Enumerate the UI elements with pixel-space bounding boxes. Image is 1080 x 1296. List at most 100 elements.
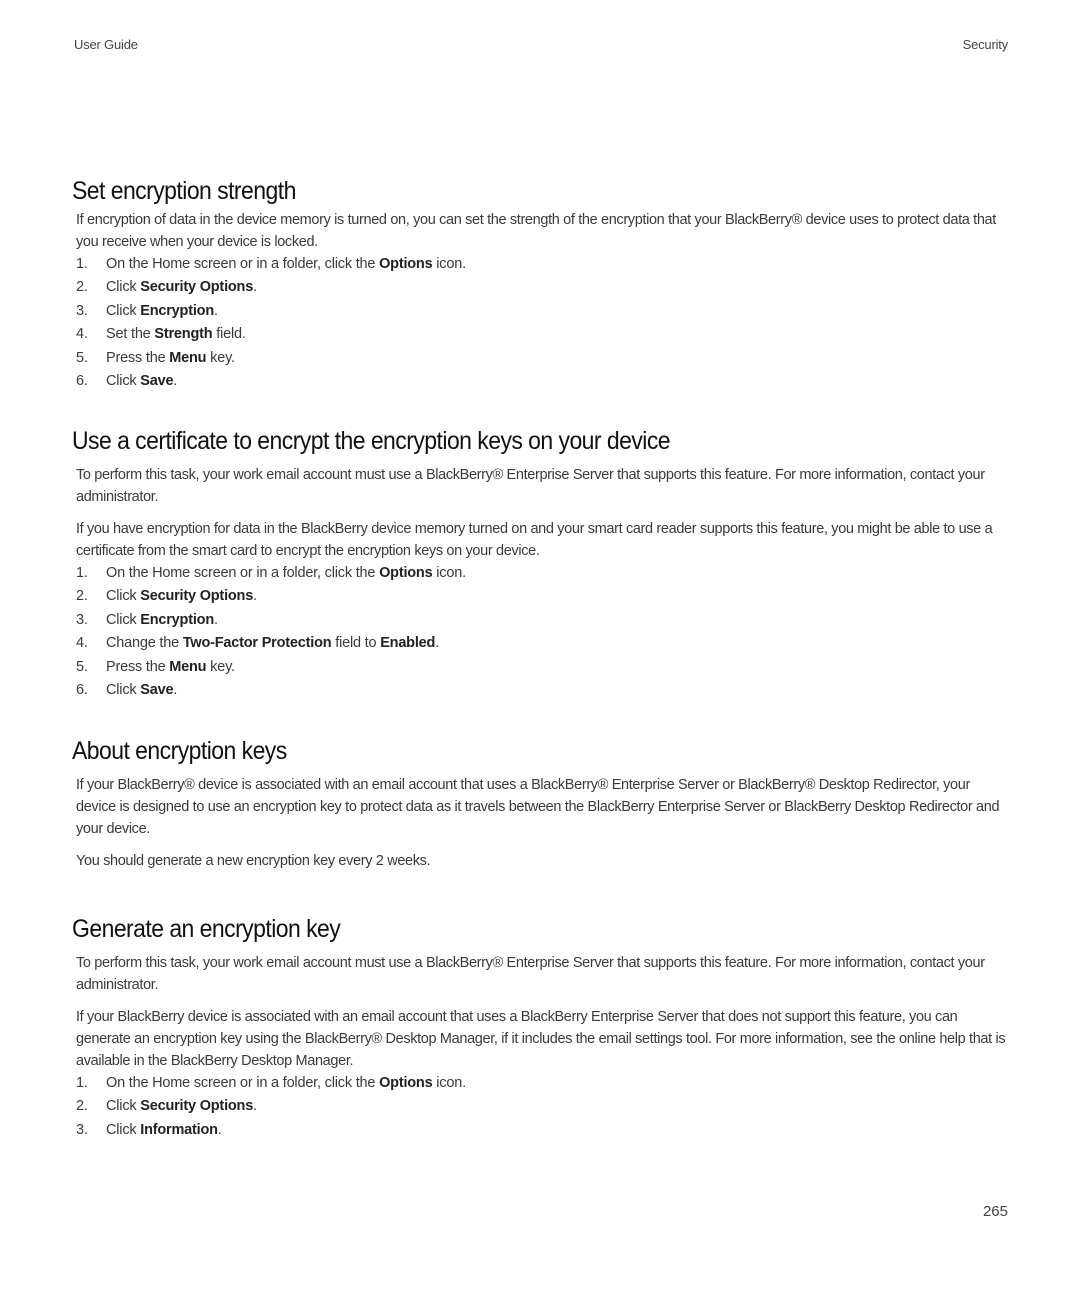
step-text-fragment: On the Home screen or in a folder, click…	[106, 565, 380, 581]
steps-list: 1. On the Home screen or in a folder, cli…	[72, 1072, 1012, 1142]
step-text-fragment: On the Home screen or in a folder, click…	[106, 256, 380, 272]
step-text: Click Encryption.	[106, 300, 218, 323]
step-item: 3. Click Encryption.	[76, 300, 1012, 323]
step-text: Click Save.	[106, 370, 177, 393]
steps-list: 1. On the Home screen or in a folder, cli…	[72, 253, 1012, 393]
step-text-fragment: .	[253, 588, 257, 605]
step-number: 6.	[76, 682, 88, 699]
step-number: 4.	[76, 635, 88, 652]
step-item: 3. Click Information.	[76, 1119, 1012, 1142]
step-text: On the Home screen or in a folder, click…	[106, 562, 466, 585]
paragraph: To perform this task, your work email ac…	[76, 955, 985, 993]
step-number: 1.	[76, 1075, 88, 1091]
step-number: 5.	[76, 658, 88, 675]
page-number: 265	[982, 1203, 1008, 1220]
step-text: Click Encryption.	[106, 609, 218, 632]
step-number: 2.	[76, 279, 88, 296]
step-text: Change the Two-Factor Protection field t…	[106, 632, 439, 655]
ui-term: Enabled	[380, 635, 436, 652]
section-heading: Use a certificate to encrypt the encrypt…	[72, 427, 671, 455]
step-text-fragment: field to	[331, 635, 381, 652]
section-heading: Set encryption strength	[72, 177, 296, 205]
paragraph: You should generate a new encryption key…	[76, 853, 431, 869]
step-text-fragment: Click	[106, 588, 141, 605]
step-text-fragment: Change the	[106, 635, 183, 652]
step-text-fragment: On the Home screen or in a folder, click…	[106, 1075, 380, 1091]
step-item: 6. Click Save.	[76, 370, 1012, 393]
step-number: 2.	[76, 588, 88, 605]
step-text-fragment: Press the	[106, 349, 170, 366]
step-item: 2. Click Security Options.	[76, 585, 1012, 608]
ui-term: Save	[140, 682, 174, 699]
step-text: On the Home screen or in a folder, click…	[106, 253, 466, 276]
ui-term: Security Options	[140, 588, 254, 605]
step-item: 5. Press the Menu key.	[76, 347, 1012, 370]
step-text-fragment: .	[253, 279, 257, 296]
step-text-fragment: Click	[106, 682, 141, 699]
step-text: Press the Menu key.	[106, 347, 235, 370]
section-heading: About encryption keys	[72, 737, 287, 765]
step-text-fragment: icon.	[432, 1075, 466, 1091]
ui-term: Options	[379, 565, 433, 581]
step-item: 3. Click Encryption.	[76, 609, 1012, 632]
step-text-fragment: Set the	[106, 326, 155, 343]
step-number: 2.	[76, 1098, 88, 1115]
paragraph: If your BlackBerry® device is associated…	[76, 777, 1000, 837]
step-item: 2. Click Security Options.	[76, 1095, 1012, 1118]
step-item: 4. Set the Strength field.	[76, 323, 1012, 346]
paragraph: If encryption of data in the device memo…	[76, 212, 996, 250]
step-text-fragment: .	[173, 373, 178, 390]
steps-list: 1. On the Home screen or in a folder, cli…	[72, 562, 1012, 702]
ui-term: Options	[379, 1075, 433, 1091]
step-text-fragment: .	[253, 1098, 257, 1115]
section-use-certificate: Use a certificate to encrypt the encrypt…	[72, 424, 1012, 702]
ui-term: Options	[379, 256, 433, 272]
step-text-fragment: icon.	[432, 565, 466, 581]
ui-term: Menu	[169, 349, 207, 366]
ui-term: Information	[140, 1121, 218, 1138]
header-chapter-title: Security	[962, 37, 1009, 52]
step-item: 1. On the Home screen or in a folder, cli…	[76, 253, 1012, 276]
step-text-fragment: .	[217, 1121, 222, 1138]
step-item: 1. On the Home screen or in a folder, cli…	[76, 562, 1012, 585]
ui-term: Security Options	[140, 1098, 254, 1115]
section-heading: Generate an encryption key	[72, 915, 341, 943]
step-text: Press the Menu key.	[106, 656, 235, 679]
ui-term: Strength	[154, 326, 213, 343]
step-item: 5. Press the Menu key.	[76, 656, 1012, 679]
step-item: 2. Click Security Options.	[76, 276, 1012, 299]
step-text-fragment: Click	[106, 279, 141, 296]
ui-term: Menu	[169, 658, 207, 675]
step-text-fragment: Click	[106, 373, 141, 390]
ui-term: Encryption	[140, 611, 214, 628]
step-text: Click Security Options.	[106, 1095, 257, 1118]
step-text: Click Information.	[106, 1119, 222, 1142]
ui-term: Encryption	[140, 302, 214, 319]
step-item: 4. Change the Two-Factor Protection field…	[76, 632, 1012, 655]
paragraph: To perform this task, your work email ac…	[76, 467, 985, 505]
paragraph: If your BlackBerry device is associated …	[76, 1009, 1006, 1069]
step-text: On the Home screen or in a folder, click…	[106, 1072, 466, 1095]
step-text-fragment: Click	[106, 611, 141, 628]
ui-term: Security Options	[140, 279, 254, 296]
header-document-title: User Guide	[74, 37, 138, 52]
step-number: 1.	[76, 565, 88, 581]
step-number: 1.	[76, 256, 88, 272]
step-number: 3.	[76, 611, 88, 628]
step-text-fragment: .	[173, 682, 178, 699]
step-number: 6.	[76, 373, 88, 390]
step-text-fragment: key.	[206, 658, 235, 675]
ui-term: Two-Factor Protection	[182, 635, 332, 652]
step-text-fragment: Press the	[106, 658, 170, 675]
step-text: Click Save.	[106, 679, 177, 702]
paragraph: If you have encryption for data in the B…	[76, 521, 993, 559]
step-text-fragment: icon.	[432, 256, 466, 272]
section-set-encryption-strength: Set encryption strength If encryption of…	[72, 174, 1012, 393]
step-text: Click Security Options.	[106, 276, 257, 299]
step-text: Set the Strength field.	[106, 323, 246, 346]
step-text-fragment: Click	[106, 1098, 141, 1115]
running-header: User Guide Security	[74, 37, 1008, 57]
step-number: 3.	[76, 302, 88, 319]
step-number: 5.	[76, 349, 88, 366]
step-text-fragment: Click	[106, 302, 141, 319]
